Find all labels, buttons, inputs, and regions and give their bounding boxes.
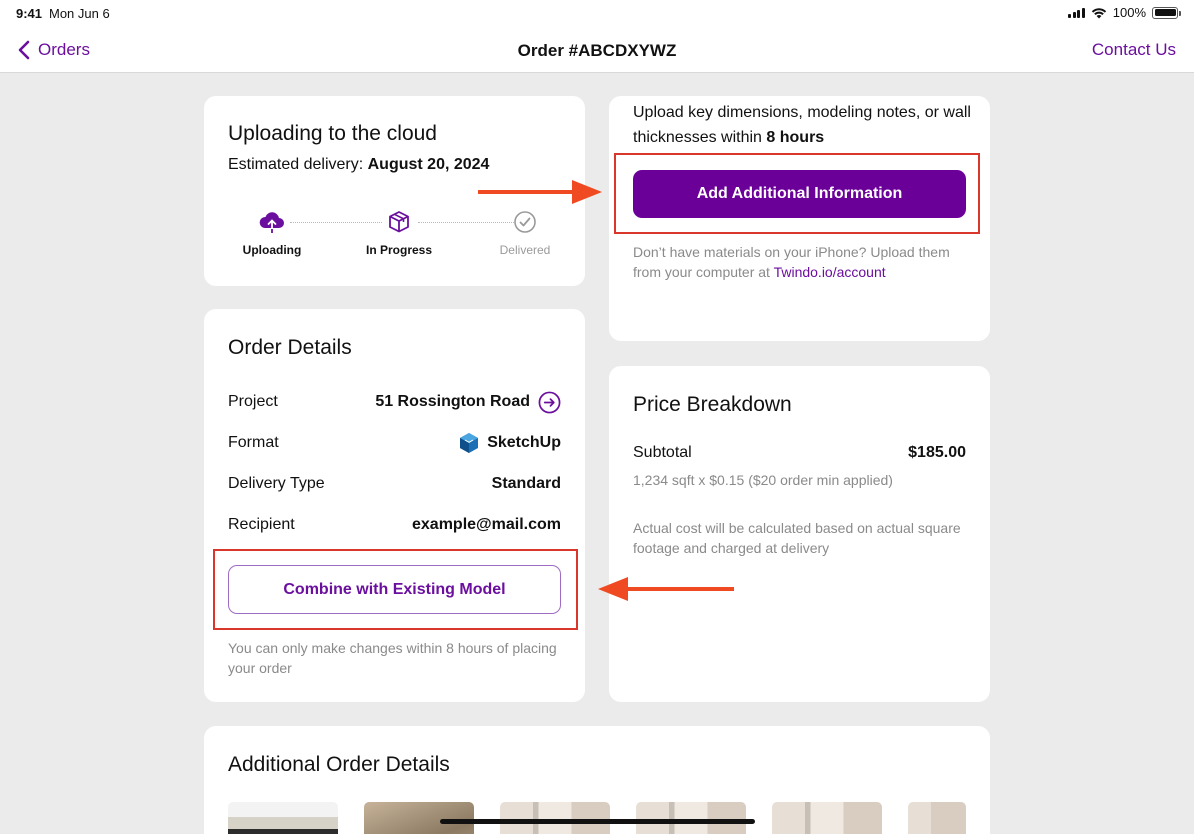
nav-bar: Orders Order #ABCDXYWZ Contact Us <box>0 26 1194 73</box>
status-title: Uploading to the cloud <box>228 122 437 145</box>
detail-label: Format <box>228 434 279 451</box>
box-icon <box>389 211 409 233</box>
subtotal-row: Subtotal $185.00 <box>633 444 966 462</box>
photo-thumbnail[interactable] <box>636 802 746 834</box>
step-label: In Progress <box>365 243 433 257</box>
detail-row-recipient: Recipient example@mail.com <box>228 513 561 537</box>
cloud-upload-icon <box>259 212 284 233</box>
sketchup-logo-icon <box>460 433 479 453</box>
estimated-delivery-label: Estimated delivery: <box>228 156 364 173</box>
upload-instructions: Upload key dimensions, modeling notes, o… <box>633 100 973 150</box>
status-bar: 9:41 Mon Jun 6 100% <box>0 0 1194 26</box>
subtotal-label: Subtotal <box>633 444 692 461</box>
price-breakdown-title: Price Breakdown <box>633 393 792 416</box>
detail-label: Recipient <box>228 516 295 533</box>
photo-thumbnail[interactable] <box>772 802 882 834</box>
highlight-box <box>614 153 980 234</box>
home-indicator[interactable] <box>440 819 755 824</box>
subtotal-value: $185.00 <box>908 444 966 461</box>
step-label: Delivered <box>499 243 551 257</box>
battery-percent: 100% <box>1112 5 1146 20</box>
step-in-progress: In Progress <box>354 209 444 257</box>
detail-row-project[interactable]: Project 51 Rossington Road <box>228 390 561 414</box>
order-details-card: Order Details Project 51 Rossington Road… <box>204 309 585 702</box>
estimated-delivery-date: August 20, 2024 <box>367 156 490 173</box>
page-title: Order #ABCDXYWZ <box>517 41 677 60</box>
step-delivered: Delivered <box>480 209 570 257</box>
photo-thumbnail[interactable] <box>500 802 610 834</box>
price-note: Actual cost will be calculated based on … <box>633 520 961 556</box>
step-label: Uploading <box>242 243 302 257</box>
detail-row-format: Format SketchUp <box>228 431 561 455</box>
check-circle-icon <box>514 211 536 233</box>
order-details-title: Order Details <box>228 336 352 359</box>
contact-us-button[interactable]: Contact Us <box>1092 40 1176 60</box>
signal-icon <box>1068 7 1085 18</box>
upload-note: Don’t have materials on your iPhone? Upl… <box>633 242 973 282</box>
detail-label: Project <box>228 393 278 410</box>
detail-label: Delivery Type <box>228 475 325 492</box>
thumbnail-strip <box>228 802 966 834</box>
price-calculation: 1,234 sqft x $0.15 ($20 order min applie… <box>633 472 893 488</box>
project-name: 51 Rossington Road <box>375 393 530 410</box>
photo-thumbnail[interactable] <box>228 802 338 834</box>
additional-order-details-card: Additional Order Details <box>204 726 990 834</box>
status-indicators: 100% <box>1068 5 1181 20</box>
step-uploading: Uploading <box>227 209 317 257</box>
arrow-left-annotation-icon <box>598 577 734 601</box>
status-time: 9:41 <box>16 6 43 21</box>
detail-row-delivery-type: Delivery Type Standard <box>228 472 561 496</box>
progress-steps: Uploading In Progress Delivered <box>228 209 561 259</box>
changes-note: You can only make changes within 8 hours… <box>228 640 557 676</box>
photo-thumbnail[interactable] <box>364 802 474 834</box>
format-value: SketchUp <box>487 434 561 451</box>
delivery-type-value: Standard <box>491 475 561 492</box>
arrow-right-circle-icon[interactable] <box>538 391 561 414</box>
battery-icon <box>1152 6 1181 19</box>
twindo-account-link[interactable]: Twindo.io/account <box>774 264 886 280</box>
additional-details-title: Additional Order Details <box>228 753 450 776</box>
upload-deadline: 8 hours <box>766 129 825 146</box>
photo-thumbnail[interactable] <box>908 802 966 834</box>
status-date: Mon Jun 6 <box>49 6 110 21</box>
recipient-value: example@mail.com <box>412 516 561 533</box>
arrow-right-annotation-icon <box>478 180 602 204</box>
wifi-icon <box>1091 7 1106 18</box>
price-breakdown-card: Price Breakdown Subtotal $185.00 1,234 s… <box>609 366 990 702</box>
estimated-delivery: Estimated delivery: August 20, 2024 <box>228 156 489 174</box>
highlight-box <box>213 549 578 630</box>
